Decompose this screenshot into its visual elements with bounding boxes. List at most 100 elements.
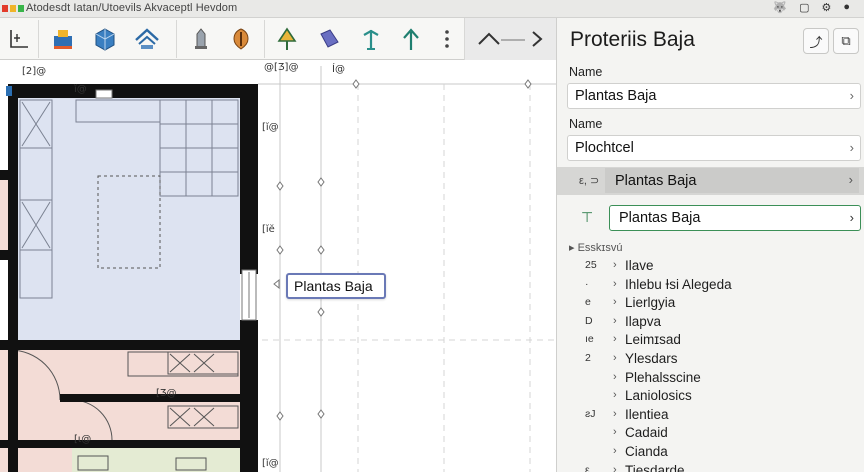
property-name: Ihlebu Ɨsi Alegeda: [625, 276, 732, 292]
property-row[interactable]: › Plehalsscine: [557, 370, 864, 389]
chevron-right-icon: ›: [613, 333, 617, 346]
property-name: Lierlgyia: [625, 295, 676, 311]
arrow-up-icon[interactable]: [394, 22, 428, 56]
drawing-canvas[interactable]: [2]@ @[Ʒ]@ Í@ [ĭ@ [ĭĕ ĭ@ [Ʒ@ [ɩ@ [ĭ@ Pla…: [0, 60, 556, 472]
name-label-1: Name: [569, 65, 603, 79]
grid-label-7: [Ʒ@: [156, 388, 177, 399]
property-row[interactable]: 2 › Ylesdars: [557, 351, 864, 370]
property-row[interactable]: · › Ihlebu Ɨsi Alegeda: [557, 277, 864, 296]
chevron-right-icon: ›: [613, 389, 617, 402]
window-controls[interactable]: [2, 5, 24, 12]
name-label-2: Name: [569, 117, 603, 131]
gear-icon[interactable]: ⚙: [821, 1, 831, 14]
chevron-up-icon: [477, 32, 500, 45]
property-row[interactable]: ıе › Leimɪsad: [557, 332, 864, 351]
view-navigation[interactable]: [464, 18, 556, 60]
property-row[interactable]: › Cadaid: [557, 425, 864, 444]
window-title: Atodesdt Iatan/Utoevils Akvaceptl Hevdom: [26, 2, 238, 14]
toolbar: [0, 18, 556, 60]
shield-icon[interactable]: [224, 22, 258, 56]
room-tool-icon[interactable]: [2, 22, 36, 56]
export-button[interactable]: ⤴: [803, 28, 829, 54]
row-prefix: ε, ⊃: [579, 175, 600, 187]
chevron-right-icon: ›: [613, 259, 617, 271]
panel-title: Proteriis Baja: [570, 28, 695, 51]
figure-icon[interactable]: [354, 22, 388, 56]
property-group-header[interactable]: ▸ Esskɪsvú: [569, 241, 622, 254]
property-row[interactable]: › Laniolosics: [557, 388, 864, 407]
property-row[interactable]: ε › Tiesdarde: [557, 463, 864, 472]
grid-label-1: [2]@: [22, 66, 47, 77]
property-row[interactable]: D › Ilapva: [557, 314, 864, 333]
active-level-row[interactable]: ⊤ Plantas Baja ›: [557, 203, 864, 233]
property-name: Tiesdarde: [625, 462, 685, 472]
level-marker-icon: ⊤: [581, 209, 594, 225]
name-field-1[interactable]: Plantas Baja ›: [567, 83, 861, 109]
wolf-icon[interactable]: 🐺: [773, 1, 787, 14]
property-index: 2: [585, 351, 591, 364]
property-name: Cianda: [625, 443, 668, 459]
dot-icon[interactable]: ●: [843, 1, 850, 14]
copy-icon: ⧉: [841, 33, 851, 48]
property-index: ε: [585, 463, 590, 472]
chevron-right-icon: ›: [613, 277, 617, 290]
more-vertical-icon[interactable]: [430, 22, 464, 56]
tree-icon[interactable]: [270, 22, 304, 56]
property-name: Ilentiea: [625, 406, 669, 422]
properties-panel: Proteriis Baja ⤴ ⧉ Name Plantas Baja › N…: [556, 18, 864, 472]
chevron-right-icon: ›: [613, 426, 617, 439]
grid-label-3: Í@: [332, 64, 345, 75]
chevron-right-icon: ›: [849, 88, 854, 103]
level-tag-callout[interactable]: Plantas Baja: [286, 273, 386, 299]
cube-house-icon[interactable]: [88, 22, 122, 56]
property-name: Leimɪsad: [625, 332, 681, 348]
chevron-right-icon: ›: [613, 370, 617, 383]
property-row[interactable]: ƨJ › Ilentiea: [557, 407, 864, 426]
property-name: Ilave: [625, 258, 654, 273]
chevron-right-icon: ›: [848, 172, 853, 187]
grid-label-2: @[Ʒ]@: [264, 62, 299, 73]
chevron-right-icon: ›: [613, 407, 617, 420]
chevron-right-icon: ›: [613, 463, 617, 472]
property-index: ıе: [585, 333, 594, 346]
chevron-right-icon: [531, 31, 543, 47]
grid-label-9: [ĭ@: [262, 458, 279, 469]
grid-label-6: ĭ@: [74, 84, 87, 95]
tower-icon[interactable]: [184, 22, 218, 56]
grid-label-5: [ĭĕ: [262, 224, 275, 235]
minimize-window-dot[interactable]: [10, 5, 16, 12]
chevron-right-icon: ›: [613, 444, 617, 457]
property-name: Ilapva: [625, 313, 662, 329]
chevron-right-icon: ›: [849, 210, 854, 225]
building-blue-icon[interactable]: [46, 22, 80, 56]
property-index: 25: [585, 259, 597, 271]
active-level-value: Plantas Baja: [619, 210, 701, 226]
file-icon[interactable]: ▢: [799, 1, 809, 14]
property-index: ·: [585, 277, 589, 290]
property-name: Ylesdars: [625, 350, 678, 366]
export-icon: ⤴: [809, 34, 823, 50]
property-name: Laniolosics: [625, 388, 692, 404]
close-window-dot[interactable]: [2, 5, 8, 12]
property-name: Plehalsscine: [625, 369, 701, 385]
chevron-right-icon: ›: [613, 296, 617, 309]
grid-label-8: [ɩ@: [74, 434, 92, 445]
name-field-2[interactable]: Plochtcel ›: [567, 135, 861, 161]
property-row[interactable]: › Cianda: [557, 444, 864, 463]
copy-button[interactable]: ⧉: [833, 28, 859, 54]
title-bar: Atodesdt Iatan/Utoevils Akvaceptl Hevdom…: [0, 0, 864, 18]
maximize-window-dot[interactable]: [18, 5, 24, 12]
property-index: ƨJ: [585, 407, 596, 420]
rotate-icon[interactable]: [312, 22, 346, 56]
chevron-right-icon: ›: [613, 351, 617, 364]
grid-label-4: [ĭ@: [262, 122, 279, 133]
property-index: e: [585, 296, 591, 309]
property-name: Cadaid: [625, 425, 668, 441]
property-row[interactable]: e › Lierlgyia: [557, 295, 864, 314]
property-index: D: [585, 314, 593, 327]
selected-level-value: Plantas Baja: [615, 172, 697, 189]
chevron-right-icon: ›: [849, 140, 854, 155]
selected-level-row[interactable]: ε, ⊃ Plantas Baja ›: [557, 167, 864, 195]
roof-icon[interactable]: [130, 22, 164, 56]
property-row[interactable]: 25 › Ilave: [557, 258, 864, 277]
